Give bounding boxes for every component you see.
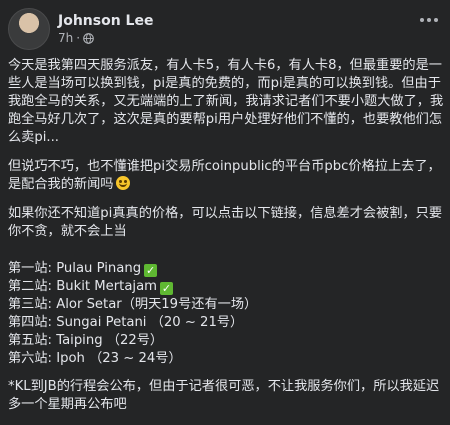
post-paragraph-2: 但说巧不巧，也不懂谁把pi交易所coinpublic的平台币pbc价格拉上去了，… — [8, 158, 444, 194]
check-mark-icon: ✓ — [144, 264, 158, 277]
station-list: 第一站: Pulau Pinang ✓ 第二站: Bukit Mertajam ✓ … — [8, 260, 444, 368]
separator-dot: · — [76, 31, 81, 45]
station-item: 第六站: Ipoh （23 ~ 24号） — [8, 350, 444, 368]
station-item: 第三站: Alor Setar（明天19号还有一场） — [8, 296, 444, 314]
author-name[interactable]: Johnson Lee — [58, 12, 153, 30]
post-time[interactable]: 7h — [58, 30, 73, 46]
station-item: 第四站: Sungai Petani （20 ~ 21号） — [8, 314, 444, 332]
post-paragraph-1: 今天是我第四天服务派友，有人卡5，有人卡6，有人卡8，但最重要的是一些人是当场可… — [8, 58, 444, 145]
station-item: 第二站: Bukit Mertajam ✓ — [8, 278, 444, 296]
station-label: 第三站: Alor Setar（明天19号还有一场） — [8, 297, 258, 312]
station-label: 第五站: Taiping （22号） — [8, 333, 164, 348]
facebook-post: Johnson Lee 7h · 今天是我第四天服务派友，有人卡5，有人卡6，有… — [0, 0, 450, 417]
station-item: 第一站: Pulau Pinang ✓ — [8, 260, 444, 278]
author-avatar[interactable] — [8, 8, 50, 50]
station-label: 第四站: Sungai Petani （20 ~ 21号） — [8, 315, 244, 330]
station-label: 第二站: Bukit Mertajam — [8, 279, 158, 294]
station-label: 第六站: Ipoh （23 ~ 24号） — [8, 351, 182, 366]
post-paragraph-2-text: 但说巧不巧，也不懂谁把pi交易所coinpublic的平台币pbc价格拉上去了，… — [8, 159, 441, 192]
check-mark-icon: ✓ — [160, 282, 174, 295]
post-paragraph-3: 如果你还不知道pi真真的价格，可以点击以下链接，信息差才会被割，只要你不贪，就不… — [8, 206, 443, 239]
smiling-face-emoji-icon — [115, 176, 130, 190]
more-options-icon[interactable] — [420, 18, 440, 24]
station-item: 第五站: Taiping （22号） — [8, 332, 444, 350]
station-label: 第一站: Pulau Pinang — [8, 261, 142, 276]
post-header: Johnson Lee 7h · — [8, 8, 153, 50]
globe-icon — [83, 32, 94, 44]
post-subline: 7h · — [58, 30, 153, 46]
post-footnote: *KL到JB的行程会公布，但由于记者很可恶，不让我服务你们，所以我延迟多一个星期… — [8, 379, 440, 412]
post-content: 今天是我第四天服务派友，有人卡5，有人卡6，有人卡8，但最重要的是一些人是当场可… — [8, 57, 444, 425]
post-meta: Johnson Lee 7h · — [58, 12, 153, 46]
